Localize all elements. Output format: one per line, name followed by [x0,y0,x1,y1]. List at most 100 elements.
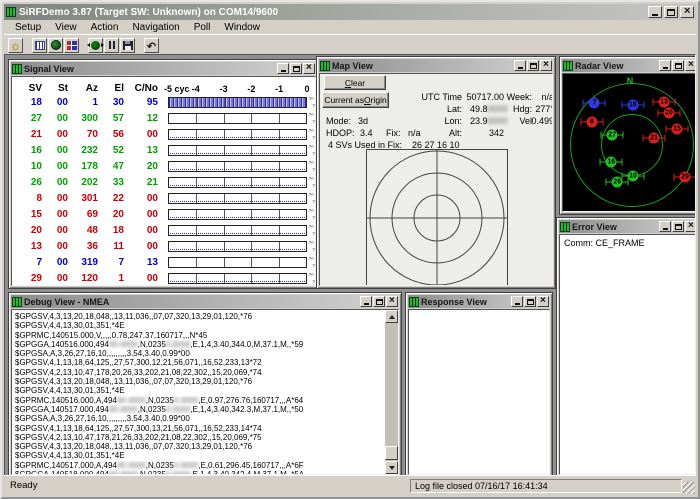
az-value: 178 [68,161,98,172]
bar-separator [196,114,197,123]
bar-axis-max: 50 [309,145,313,149]
el-value: 56 [98,129,124,140]
az-value: 1 [68,97,98,108]
cno-value: 21 [124,177,158,188]
undo-arrow-button[interactable] [144,38,159,53]
cno-value: 20 [124,161,158,172]
close-icon [388,298,396,306]
scroll-down-button[interactable] [385,461,398,474]
maximize-button[interactable] [290,63,302,74]
setup-gear-button[interactable] [8,38,23,53]
sv-value: 15 [18,209,42,220]
satellite-marker: 15 [672,123,683,134]
maximize-button[interactable] [373,296,385,307]
satellite-marker: 10 [628,170,639,181]
error-message: Comm: CE_FRAME [564,238,693,248]
satellite-wing [602,118,603,125]
clear-button[interactable]: Clear [324,75,386,90]
menu-poll[interactable]: Poll [187,21,218,34]
map-grid-button[interactable] [64,38,79,53]
error-view-window: Error View Comm: CE_FRAME [556,217,696,478]
menu-setup[interactable]: Setup [8,21,48,34]
satellite-marker: 29 [680,171,691,182]
el-value: 1 [98,273,124,284]
minimize-button[interactable] [659,221,671,232]
close-button[interactable] [685,60,696,71]
radar-view-title-bar[interactable]: Radar View [562,59,696,72]
close-button[interactable] [680,6,694,18]
az-value: 300 [68,113,98,124]
status-message: Ready [10,480,37,491]
bar-axis-max: 50 [309,161,313,165]
scrollbar[interactable] [385,310,398,474]
nmea-text: $GPGSV,4,4,13,30,01,351,*4E [15,386,125,395]
app-title-bar[interactable]: SiRFDemo 3.87 (Target SW: Unknown) on CO… [4,4,696,20]
az-value: 36 [68,241,98,252]
response-view-title-bar[interactable]: Response View [408,295,550,308]
menu-view[interactable]: View [48,21,84,34]
minimize-button[interactable] [511,296,523,307]
close-button[interactable] [386,296,398,307]
maximize-button[interactable] [524,296,536,307]
error-view-title: Error View [572,222,617,232]
velocity-value: 0.499 [530,116,553,126]
utc-time-value: 50717.00 [464,92,504,102]
mode-value: 3d [358,116,368,126]
bar-separator [251,258,252,267]
bar-separator [224,114,225,123]
signal-table-row: 10001784720505 [12,158,315,174]
fix-label: Fix: [386,128,401,138]
current-as-origin-button[interactable]: Current as Origin [322,92,389,108]
minimize-button[interactable] [360,296,372,307]
nmea-sentence: $GPGSV,4,3,13,20,18,048,,13,11,036,,07,0… [15,312,382,321]
redacted-coordinates: 0.0000 [174,461,198,470]
cno-value: 00 [124,241,158,252]
longitude-value: 23.90000 [470,116,508,126]
pause-button[interactable] [104,38,119,53]
signal-view-title-bar[interactable]: Signal View [11,62,316,75]
debug-view-title-bar[interactable]: Debug View - NMEA [11,295,399,308]
bar-axis-min: 5 [312,120,314,124]
st-value: 00 [42,145,68,156]
menu-window[interactable]: Window [217,21,267,34]
signal-trace [170,281,305,282]
maximize-button[interactable] [664,6,678,18]
close-button[interactable] [303,63,315,74]
toolbar [4,34,696,55]
error-view-title-bar[interactable]: Error View [559,220,696,233]
connect-button[interactable] [88,38,103,53]
bar-axis-max: 50 [309,193,313,197]
map-view-title-bar[interactable]: Map View [319,59,553,72]
nmea-sentence: $GPGGA,140516.000,49400.0000,N,02350.000… [15,340,382,349]
menu-action[interactable]: Action [84,21,126,34]
st-value: 00 [42,273,68,284]
maximize-button[interactable] [672,221,684,232]
signal-chart-button[interactable] [32,38,47,53]
redacted-coordinates: 0.0000 [166,340,190,349]
signal-trace [170,249,305,250]
save-disk-button[interactable] [120,38,135,53]
satellite-wing [665,134,666,141]
minimize-button[interactable] [277,63,289,74]
redacted-coordinates: 0.0000 [174,396,198,405]
close-button[interactable] [685,221,696,232]
minimize-button[interactable] [514,60,526,71]
close-button[interactable] [537,296,549,307]
minimize-button[interactable] [659,60,671,71]
menu-navigation[interactable]: Navigation [125,21,186,34]
scroll-up-button[interactable] [385,310,398,323]
scrollbar-thumb[interactable] [385,446,398,460]
globe-button[interactable] [48,38,63,53]
column-header-st: St [42,83,68,94]
maximize-button[interactable] [527,60,539,71]
close-button[interactable] [540,60,552,71]
map-plot [366,149,508,286]
maximize-button[interactable] [672,60,684,71]
nmea-sentence: $GPRMC,140517.000,A,49400.0000,N,02350.0… [15,461,382,470]
resize-grip[interactable] [683,482,695,494]
map-view-window: Map View Clear Current as Origin UTC Tim… [316,56,556,289]
minimize-button[interactable] [648,6,662,18]
st-value: 00 [42,257,68,268]
window-icon [409,297,419,307]
minimize-icon [652,14,658,16]
